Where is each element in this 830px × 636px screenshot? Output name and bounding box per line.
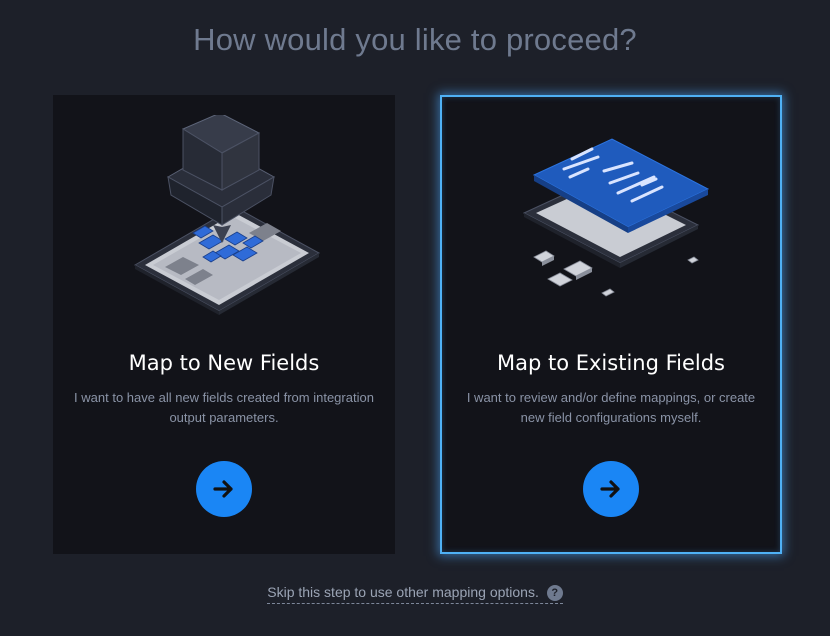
new-fields-illustration — [133, 115, 321, 315]
map-to-existing-fields-card[interactable]: Map to Existing Fields I want to review … — [440, 95, 782, 554]
map-to-existing-fields-button[interactable] — [583, 461, 639, 517]
skip-step-footer: Skip this step to use other mapping opti… — [0, 582, 830, 604]
arrow-right-icon — [213, 480, 233, 498]
card-description: I want to have all new fields created fr… — [74, 390, 374, 425]
page-title: How would you like to proceed? — [193, 22, 637, 57]
arrow-right-icon — [600, 480, 620, 498]
skip-step-link[interactable]: Skip this step to use other mapping opti… — [267, 584, 563, 604]
card-title: Map to Existing Fields — [496, 351, 726, 375]
skip-step-text: Skip this step to use other mapping opti… — [267, 584, 539, 600]
map-to-new-fields-button[interactable] — [196, 461, 252, 517]
question-mark-icon[interactable]: ? — [546, 585, 563, 601]
map-to-new-fields-card[interactable]: Map to New Fields I want to have all new… — [53, 95, 395, 554]
existing-fields-illustration — [522, 138, 710, 297]
card-description: I want to review and/or define mappings,… — [466, 390, 756, 425]
card-title: Map to New Fields — [128, 351, 320, 375]
